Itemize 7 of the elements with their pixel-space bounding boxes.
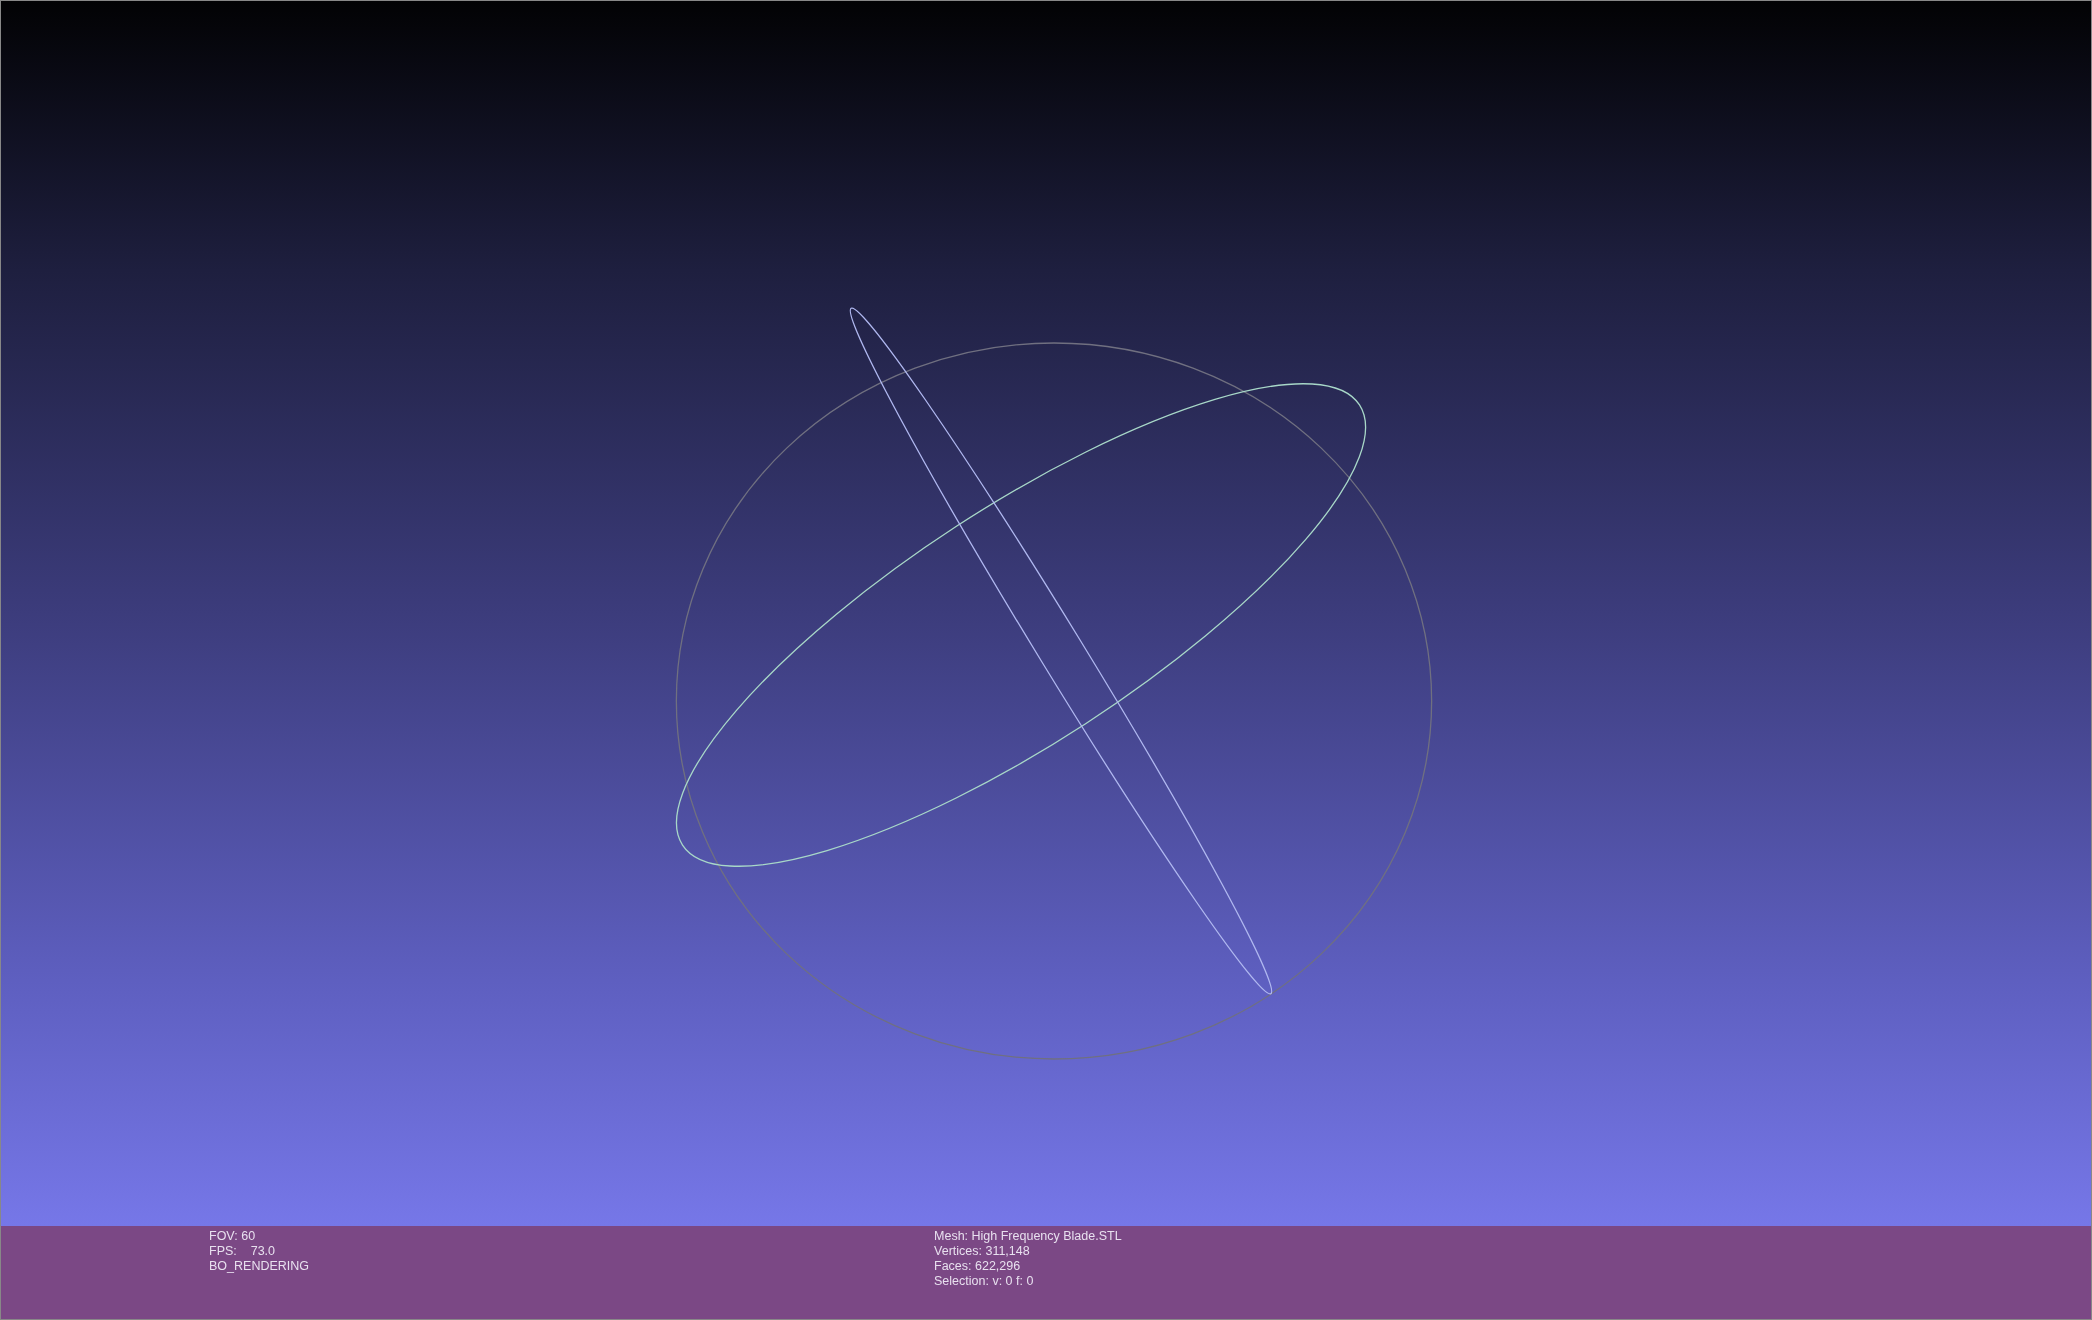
info-text: Vertices: 311,148 <box>934 1244 1031 1259</box>
info-text: Faces: 622,296 <box>934 1259 1022 1274</box>
info-text: FPS: 73.0 <box>209 1244 276 1259</box>
info-text: Mesh: High Frequency Blade.STL <box>934 1229 1122 1244</box>
info-text: BO_RENDERING <box>209 1259 310 1274</box>
info-text: FOV: 60 <box>209 1229 257 1244</box>
info-text: Selection: v: 0 f: 0 <box>934 1274 1035 1289</box>
